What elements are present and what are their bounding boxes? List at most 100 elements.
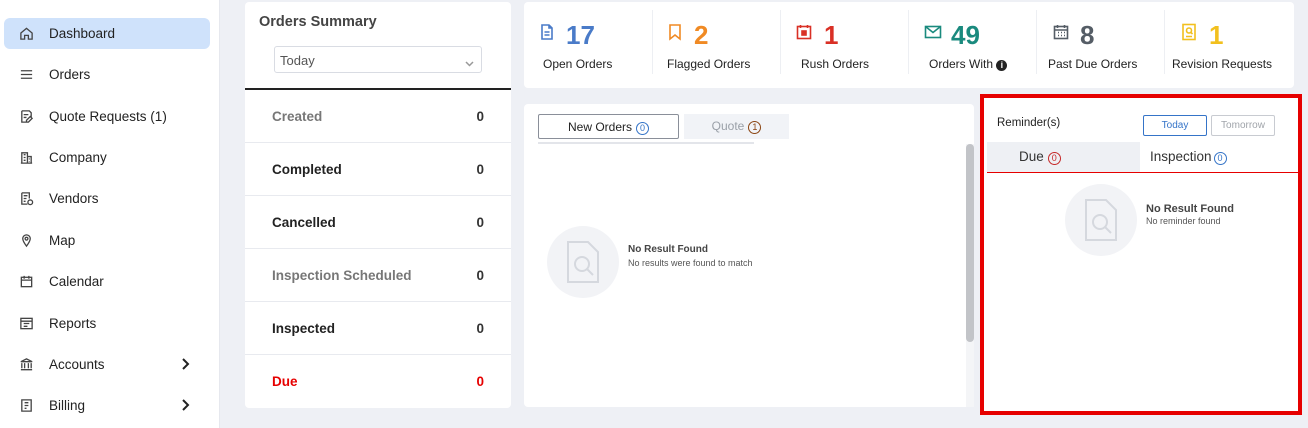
summary-row-count: 0 (476, 215, 484, 230)
reports-icon (18, 316, 34, 332)
sidebar-item-quote-requests[interactable]: Quote Requests (1) (4, 101, 210, 132)
stat-value: 49 (951, 20, 980, 50)
tab-inspection[interactable]: Inspection 0 (1140, 142, 1298, 172)
tomorrow-button[interactable]: Tomorrow (1211, 115, 1275, 136)
chevron-right-icon[interactable] (178, 398, 192, 412)
summary-row-created[interactable]: Created 0 (245, 90, 511, 143)
summary-row-count: 0 (476, 109, 484, 124)
empty-state-title: No Result Found (628, 244, 708, 255)
orders-tabs-card: New Orders 0 Quote 1 No Result Found No re… (524, 104, 974, 407)
empty-state-message: No reminder found (1146, 216, 1221, 226)
reminders-panel: Reminder(s) Today Tomorrow Due 0 Inspecti… (980, 94, 1302, 415)
today-button[interactable]: Today (1143, 115, 1207, 136)
period-select-value: Today (280, 53, 315, 68)
billing-icon (18, 398, 34, 414)
bank-icon (18, 357, 34, 373)
sidebar-item-reports[interactable]: Reports (4, 308, 210, 339)
tab-label: Inspection (1150, 149, 1212, 164)
stat-label: Rush Orders (801, 57, 870, 71)
sidebar-item-vendors[interactable]: Vendors (4, 183, 210, 214)
sidebar-item-accounts[interactable]: Accounts (4, 349, 210, 380)
stat-label: Past Due Orders (1048, 57, 1138, 71)
bookmark-icon (666, 23, 684, 41)
count-badge: 0 (636, 122, 649, 135)
stat-revision-requests[interactable]: 1 Revision Requests (1164, 10, 1292, 74)
stat-past-due-orders[interactable]: 8 Past Due Orders (1036, 10, 1164, 74)
tab-quote[interactable]: Quote 1 (684, 114, 789, 139)
summary-row-label: Completed (272, 162, 342, 177)
stat-orders-with[interactable]: 49 Orders With i (908, 10, 1036, 74)
stat-label: Flagged Orders (667, 57, 751, 71)
reminders-title: Reminder(s) (997, 117, 1061, 129)
summary-row-cancelled[interactable]: Cancelled 0 (245, 196, 511, 249)
stat-label-wrap: Orders With i (929, 57, 1008, 71)
empty-state-message: No results were found to match (628, 258, 753, 268)
no-results-icon (547, 226, 619, 298)
sidebar-item-label: Company (49, 150, 107, 165)
summary-row-count: 0 (476, 374, 484, 389)
calendar-grid-icon (1052, 23, 1070, 41)
no-results-icon (1065, 184, 1137, 256)
stat-value: 1 (824, 20, 839, 50)
calendar-alert-icon (795, 23, 813, 41)
sidebar-item-company[interactable]: Company (4, 142, 210, 173)
tab-new-orders[interactable]: New Orders 0 (538, 114, 679, 139)
count-badge: 1 (748, 121, 762, 134)
stat-rush-orders[interactable]: 1 Rush Orders (780, 10, 908, 74)
list-icon (18, 67, 34, 83)
sidebar: Dashboard Orders Quote Requests (1) Comp… (0, 0, 220, 428)
tab-due[interactable]: Due 0 (987, 142, 1140, 172)
sidebar-item-label: Dashboard (49, 26, 116, 41)
calendar-icon (18, 274, 34, 290)
stat-open-orders[interactable]: 17 Open Orders (524, 10, 652, 74)
summary-row-label: Inspected (272, 321, 336, 336)
summary-row-inspected[interactable]: Inspected 0 (245, 302, 511, 355)
stat-label: Open Orders (543, 57, 613, 71)
chevron-right-icon[interactable] (178, 357, 192, 371)
summary-row-label: Due (272, 374, 298, 389)
sidebar-item-label: Map (49, 233, 76, 248)
tab-label: New Orders (567, 120, 632, 134)
sidebar-item-label: Vendors (49, 191, 99, 206)
sidebar-item-label: Reports (49, 316, 97, 331)
count-badge: 0 (1047, 152, 1061, 165)
chevron-down-icon (465, 56, 474, 67)
vendor-icon (18, 191, 34, 207)
tab-divider (987, 172, 1298, 173)
summary-row-count: 0 (476, 321, 484, 336)
stat-value: 2 (694, 20, 709, 50)
sidebar-item-label: Billing (49, 398, 86, 413)
summary-row-due[interactable]: Due 0 (245, 355, 511, 408)
home-icon (18, 26, 34, 42)
sidebar-item-label: Orders (49, 67, 91, 82)
order-stats-card: 17 Open Orders 2 Flagged Orders 1 Rush O… (524, 2, 1294, 88)
sidebar-item-map[interactable]: Map (4, 225, 210, 256)
stat-value: 17 (566, 20, 595, 50)
info-icon[interactable]: i (996, 60, 1008, 71)
summary-row-count: 0 (476, 268, 484, 283)
tab-label: Due (1019, 149, 1044, 164)
count-badge: 0 (1213, 152, 1227, 165)
revision-doc-icon (1180, 23, 1198, 41)
sidebar-item-orders[interactable]: Orders (4, 59, 210, 90)
building-icon (18, 150, 34, 166)
sidebar-item-label: Calendar (49, 274, 104, 289)
orders-summary-card: Orders Summary Today Created 0 Completed… (245, 2, 511, 408)
summary-row-completed[interactable]: Completed 0 (245, 143, 511, 196)
summary-row-inspection-scheduled[interactable]: Inspection Scheduled 0 (245, 249, 511, 302)
period-select[interactable]: Today (274, 46, 482, 73)
stat-flagged-orders[interactable]: 2 Flagged Orders (652, 10, 780, 74)
scrollbar-thumb[interactable] (966, 144, 974, 342)
sidebar-item-billing[interactable]: Billing (4, 390, 210, 421)
sidebar-item-calendar[interactable]: Calendar (4, 266, 210, 297)
summary-row-label: Created (272, 109, 323, 124)
map-pin-icon (18, 233, 34, 249)
sidebar-item-label: Accounts (49, 357, 105, 372)
summary-row-count: 0 (476, 162, 484, 177)
summary-row-label: Inspection Scheduled (272, 268, 412, 283)
sidebar-item-label: Quote Requests (1) (49, 109, 167, 124)
quote-icon (18, 109, 34, 125)
stat-label: Revision Requests (1172, 57, 1273, 71)
stat-value: 1 (1209, 20, 1224, 50)
sidebar-item-dashboard[interactable]: Dashboard (4, 18, 210, 49)
